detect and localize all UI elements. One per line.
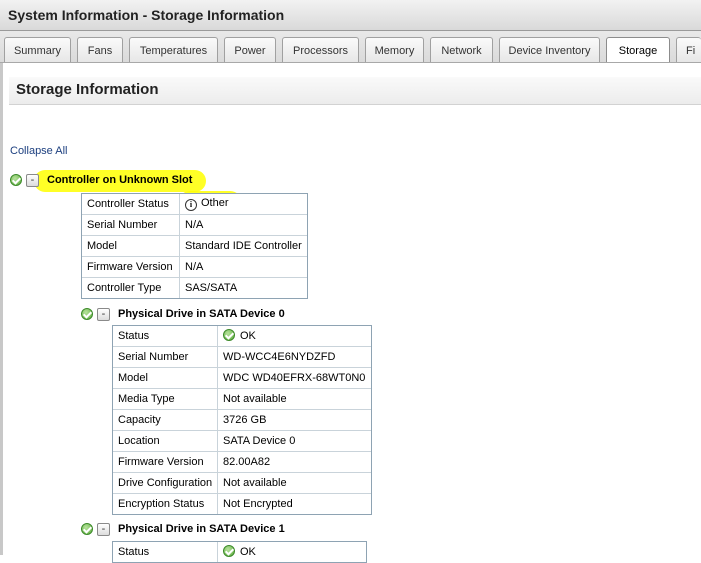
row-label: Location xyxy=(112,430,218,452)
table-row: Status OK xyxy=(112,541,367,563)
table-row: Serial Number WD-WCC4E6NYDZFD xyxy=(112,346,372,368)
row-label: Encryption Status xyxy=(112,493,218,515)
row-value: i Other xyxy=(179,193,308,215)
table-row: Model WDC WD40EFRX-68WT0N0 xyxy=(112,367,372,389)
tab-firmware[interactable]: Fi xyxy=(676,37,701,62)
table-row: Drive Configuration Not available xyxy=(112,472,372,494)
tab-bar: Summary Fans Temperatures Power Processo… xyxy=(0,31,701,63)
drive1-table: Status OK xyxy=(112,541,367,563)
ok-icon xyxy=(223,329,235,341)
row-value: SAS/SATA xyxy=(179,277,308,299)
row-value: N/A xyxy=(179,256,308,278)
row-value: SATA Device 0 xyxy=(217,430,372,452)
tab-temperatures[interactable]: Temperatures xyxy=(129,37,218,62)
row-value: OK xyxy=(217,325,372,347)
controller-table: Controller Status i Other Serial Number N… xyxy=(81,193,308,299)
tab-fans[interactable]: Fans xyxy=(77,37,123,62)
ok-icon xyxy=(10,174,22,186)
tab-power[interactable]: Power xyxy=(224,37,276,62)
row-label: Firmware Version xyxy=(112,451,218,473)
controller-status-value: Other xyxy=(201,197,229,209)
row-label: Drive Configuration xyxy=(112,472,218,494)
tab-device-inventory[interactable]: Device Inventory xyxy=(499,37,600,62)
row-value: WDC WD40EFRX-68WT0N0 xyxy=(217,367,372,389)
collapse-toggle-controller[interactable]: - xyxy=(26,174,39,187)
table-row: Controller Status i Other xyxy=(81,193,308,215)
window-title: System Information - Storage Information xyxy=(8,7,285,23)
collapse-all-link[interactable]: Collapse All xyxy=(10,145,67,157)
row-label: Model xyxy=(81,235,180,257)
tab-processors[interactable]: Processors xyxy=(282,37,359,62)
table-row: Capacity 3726 GB xyxy=(112,409,372,431)
drive0-table: Status OK Serial Number WD-WCC4E6NYDZFD … xyxy=(112,325,372,515)
table-row: Media Type Not available xyxy=(112,388,372,410)
drive1-status-value: OK xyxy=(240,546,256,558)
table-row: Serial Number N/A xyxy=(81,214,308,236)
row-label: Model xyxy=(112,367,218,389)
controller-title: Controller on Unknown Slot xyxy=(47,174,193,186)
table-row: Firmware Version N/A xyxy=(81,256,308,278)
ok-icon xyxy=(223,545,235,557)
ok-icon xyxy=(81,523,93,535)
drive1-title: Physical Drive in SATA Device 1 xyxy=(118,523,285,535)
row-value: Not available xyxy=(217,388,372,410)
window-titlebar: System Information - Storage Information xyxy=(0,0,701,31)
info-icon: i xyxy=(185,199,197,211)
row-label: Firmware Version xyxy=(81,256,180,278)
row-label: Controller Type xyxy=(81,277,180,299)
section-title: Storage Information xyxy=(16,81,159,98)
drive0-title: Physical Drive in SATA Device 0 xyxy=(118,308,285,320)
table-row: Location SATA Device 0 xyxy=(112,430,372,452)
row-value: 82.00A82 xyxy=(217,451,372,473)
table-row: Controller Type SAS/SATA xyxy=(81,277,308,299)
ok-icon xyxy=(81,308,93,320)
row-value: 3726 GB xyxy=(217,409,372,431)
row-value: Not available xyxy=(217,472,372,494)
left-frame-border xyxy=(0,63,3,555)
row-value: Standard IDE Controller xyxy=(179,235,308,257)
tab-memory[interactable]: Memory xyxy=(365,37,424,62)
table-row: Status OK xyxy=(112,325,372,347)
row-label: Status xyxy=(112,541,218,563)
row-label: Serial Number xyxy=(112,346,218,368)
collapse-toggle-drive0[interactable]: - xyxy=(97,308,110,321)
row-label: Media Type xyxy=(112,388,218,410)
row-value: Not Encrypted xyxy=(217,493,372,515)
table-row: Firmware Version 82.00A82 xyxy=(112,451,372,473)
tab-network[interactable]: Network xyxy=(430,37,493,62)
row-label: Serial Number xyxy=(81,214,180,236)
section-header: Storage Information xyxy=(9,77,701,105)
row-label: Controller Status xyxy=(81,193,180,215)
drive0-status-value: OK xyxy=(240,330,256,342)
row-value: WD-WCC4E6NYDZFD xyxy=(217,346,372,368)
collapse-toggle-drive1[interactable]: - xyxy=(97,523,110,536)
tab-storage[interactable]: Storage xyxy=(606,37,670,62)
row-label: Capacity xyxy=(112,409,218,431)
row-label: Status xyxy=(112,325,218,347)
row-value: N/A xyxy=(179,214,308,236)
tab-summary[interactable]: Summary xyxy=(4,37,71,62)
row-value: OK xyxy=(217,541,367,563)
table-row: Model Standard IDE Controller xyxy=(81,235,308,257)
table-row: Encryption Status Not Encrypted xyxy=(112,493,372,515)
